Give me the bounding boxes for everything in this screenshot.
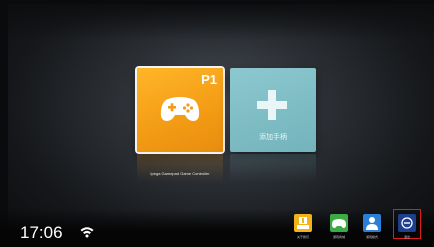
dock-item-exit[interactable]: 退出 xyxy=(396,214,418,239)
gamepad-icon xyxy=(160,97,200,121)
add-controller-label: 添加手柄 xyxy=(259,134,287,141)
plus-icon xyxy=(257,90,287,120)
add-controller-card[interactable]: 添加手柄 xyxy=(230,68,316,152)
game-card[interactable]: P1 xyxy=(137,68,223,152)
player-badge: P1 xyxy=(201,72,217,87)
gamepad-icon xyxy=(330,214,348,232)
dock-item-store[interactable]: 游戏商城 xyxy=(328,214,350,239)
download-box-icon xyxy=(294,214,312,232)
dock-item-mode[interactable]: 游戏模式 xyxy=(361,214,383,239)
add-card-reflection xyxy=(230,154,316,182)
wifi-icon xyxy=(80,227,94,238)
game-card-reflection xyxy=(137,154,223,182)
dock-item-about[interactable]: 关于我们 xyxy=(292,214,314,239)
clock: 17:06 xyxy=(20,223,63,242)
top-shadow xyxy=(8,4,434,40)
dock-label-exit: 退出 xyxy=(403,235,410,239)
dock-label-mode: 游戏模式 xyxy=(365,235,378,239)
dock-label-about: 关于我们 xyxy=(296,235,309,239)
exit-icon xyxy=(398,214,416,232)
person-icon xyxy=(363,214,381,232)
game-card-caption: Ipega Gamepad Game Controller xyxy=(150,171,210,176)
dock-label-store: 游戏商城 xyxy=(332,235,345,239)
